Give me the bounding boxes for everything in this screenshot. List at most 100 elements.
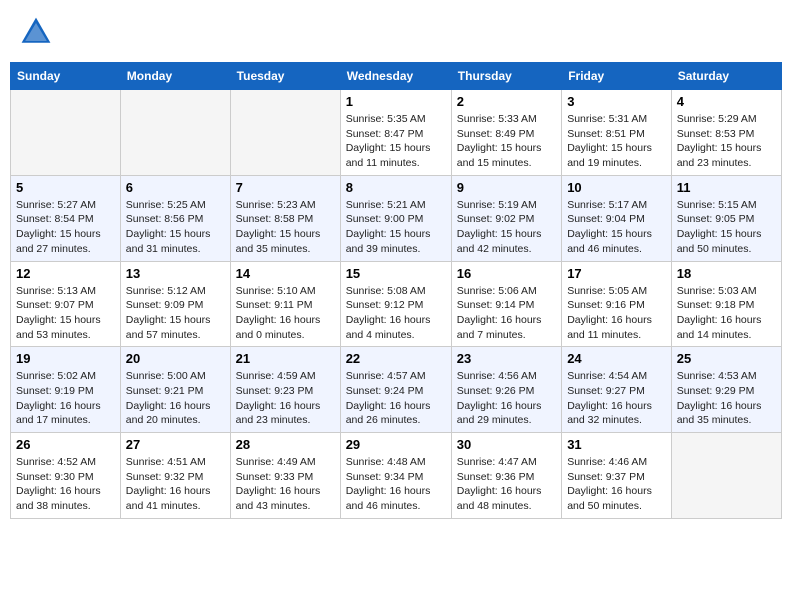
day-number: 8: [346, 180, 446, 195]
day-info: Sunrise: 5:03 AM Sunset: 9:18 PM Dayligh…: [677, 284, 776, 343]
calendar-cell: 31 Sunrise: 4:46 AM Sunset: 9:37 PM Dayli…: [562, 433, 672, 519]
day-number: 21: [236, 351, 335, 366]
day-number: 10: [567, 180, 666, 195]
calendar-cell: 16Sunrise: 5:06 AM Sunset: 9:14 PM Dayli…: [451, 261, 561, 347]
calendar-cell: 11 Sunrise: 5:15 AM Sunset: 9:05 PM Dayli…: [671, 175, 781, 261]
day-number: 26: [16, 437, 115, 452]
header-day: Friday: [562, 63, 672, 90]
calendar-week-row: 12Sunrise: 5:13 AM Sunset: 9:07 PM Dayli…: [11, 261, 782, 347]
day-number: 13: [126, 266, 225, 281]
calendar-cell: 17Sunrise: 5:05 AM Sunset: 9:16 PM Dayli…: [562, 261, 672, 347]
calendar-week-row: 19 Sunrise: 5:02 AM Sunset: 9:19 PM Dayli…: [11, 347, 782, 433]
calendar-cell: 19 Sunrise: 5:02 AM Sunset: 9:19 PM Dayli…: [11, 347, 121, 433]
day-info: Sunrise: 5:33 AM Sunset: 8:49 PM Dayligh…: [457, 112, 556, 171]
day-number: 25: [677, 351, 776, 366]
day-info: Sunrise: 4:47 AM Sunset: 9:36 PM Dayligh…: [457, 455, 556, 514]
day-info: Sunrise: 5:06 AM Sunset: 9:14 PM Dayligh…: [457, 284, 556, 343]
calendar-cell: 23 Sunrise: 4:56 AM Sunset: 9:26 PM Dayli…: [451, 347, 561, 433]
day-info: Sunrise: 5:31 AM Sunset: 8:51 PM Dayligh…: [567, 112, 666, 171]
calendar-table: SundayMondayTuesdayWednesdayThursdayFrid…: [10, 62, 782, 519]
calendar-cell: [671, 433, 781, 519]
day-info: Sunrise: 4:46 AM Sunset: 9:37 PM Dayligh…: [567, 455, 666, 514]
day-number: 7: [236, 180, 335, 195]
day-number: 2: [457, 94, 556, 109]
day-info: Sunrise: 5:08 AM Sunset: 9:12 PM Dayligh…: [346, 284, 446, 343]
calendar-cell: 26Sunrise: 4:52 AM Sunset: 9:30 PM Dayli…: [11, 433, 121, 519]
calendar-cell: 9 Sunrise: 5:19 AM Sunset: 9:02 PM Daylig…: [451, 175, 561, 261]
header-day: Tuesday: [230, 63, 340, 90]
header-day: Thursday: [451, 63, 561, 90]
day-number: 23: [457, 351, 556, 366]
day-info: Sunrise: 4:59 AM Sunset: 9:23 PM Dayligh…: [236, 369, 335, 428]
day-number: 9: [457, 180, 556, 195]
calendar-cell: 18 Sunrise: 5:03 AM Sunset: 9:18 PM Dayli…: [671, 261, 781, 347]
day-number: 28: [236, 437, 335, 452]
day-info: Sunrise: 5:29 AM Sunset: 8:53 PM Dayligh…: [677, 112, 776, 171]
calendar-cell: 14 Sunrise: 5:10 AM Sunset: 9:11 PM Dayli…: [230, 261, 340, 347]
header-day: Monday: [120, 63, 230, 90]
calendar-body: 1 Sunrise: 5:35 AM Sunset: 8:47 PM Daylig…: [11, 90, 782, 519]
day-info: Sunrise: 5:21 AM Sunset: 9:00 PM Dayligh…: [346, 198, 446, 257]
day-info: Sunrise: 5:23 AM Sunset: 8:58 PM Dayligh…: [236, 198, 335, 257]
day-info: Sunrise: 4:53 AM Sunset: 9:29 PM Dayligh…: [677, 369, 776, 428]
calendar-cell: 25 Sunrise: 4:53 AM Sunset: 9:29 PM Dayli…: [671, 347, 781, 433]
day-number: 18: [677, 266, 776, 281]
calendar-cell: 12Sunrise: 5:13 AM Sunset: 9:07 PM Dayli…: [11, 261, 121, 347]
calendar-cell: 8 Sunrise: 5:21 AM Sunset: 9:00 PM Daylig…: [340, 175, 451, 261]
day-info: Sunrise: 5:17 AM Sunset: 9:04 PM Dayligh…: [567, 198, 666, 257]
day-info: Sunrise: 5:13 AM Sunset: 9:07 PM Dayligh…: [16, 284, 115, 343]
calendar-cell: [120, 90, 230, 176]
header-day: Saturday: [671, 63, 781, 90]
day-number: 22: [346, 351, 446, 366]
calendar-week-row: 5 Sunrise: 5:27 AM Sunset: 8:54 PM Daylig…: [11, 175, 782, 261]
calendar-cell: 10 Sunrise: 5:17 AM Sunset: 9:04 PM Dayli…: [562, 175, 672, 261]
header-day: Wednesday: [340, 63, 451, 90]
logo: [18, 14, 58, 50]
day-info: Sunrise: 4:56 AM Sunset: 9:26 PM Dayligh…: [457, 369, 556, 428]
calendar-cell: 4 Sunrise: 5:29 AM Sunset: 8:53 PM Daylig…: [671, 90, 781, 176]
day-info: Sunrise: 4:49 AM Sunset: 9:33 PM Dayligh…: [236, 455, 335, 514]
day-number: 31: [567, 437, 666, 452]
day-info: Sunrise: 4:51 AM Sunset: 9:32 PM Dayligh…: [126, 455, 225, 514]
day-number: 30: [457, 437, 556, 452]
day-number: 11: [677, 180, 776, 195]
day-number: 15: [346, 266, 446, 281]
calendar-cell: 3Sunrise: 5:31 AM Sunset: 8:51 PM Daylig…: [562, 90, 672, 176]
day-number: 20: [126, 351, 225, 366]
day-number: 1: [346, 94, 446, 109]
calendar-cell: 27 Sunrise: 4:51 AM Sunset: 9:32 PM Dayli…: [120, 433, 230, 519]
calendar-cell: 1 Sunrise: 5:35 AM Sunset: 8:47 PM Daylig…: [340, 90, 451, 176]
day-info: Sunrise: 5:02 AM Sunset: 9:19 PM Dayligh…: [16, 369, 115, 428]
day-number: 29: [346, 437, 446, 452]
calendar-cell: 29 Sunrise: 4:48 AM Sunset: 9:34 PM Dayli…: [340, 433, 451, 519]
day-info: Sunrise: 5:10 AM Sunset: 9:11 PM Dayligh…: [236, 284, 335, 343]
day-info: Sunrise: 5:19 AM Sunset: 9:02 PM Dayligh…: [457, 198, 556, 257]
day-info: Sunrise: 5:12 AM Sunset: 9:09 PM Dayligh…: [126, 284, 225, 343]
day-number: 17: [567, 266, 666, 281]
calendar-cell: 24Sunrise: 4:54 AM Sunset: 9:27 PM Dayli…: [562, 347, 672, 433]
calendar-cell: [230, 90, 340, 176]
day-number: 5: [16, 180, 115, 195]
calendar-cell: 22Sunrise: 4:57 AM Sunset: 9:24 PM Dayli…: [340, 347, 451, 433]
day-info: Sunrise: 5:15 AM Sunset: 9:05 PM Dayligh…: [677, 198, 776, 257]
day-number: 27: [126, 437, 225, 452]
day-info: Sunrise: 4:48 AM Sunset: 9:34 PM Dayligh…: [346, 455, 446, 514]
day-info: Sunrise: 5:27 AM Sunset: 8:54 PM Dayligh…: [16, 198, 115, 257]
calendar-cell: 6Sunrise: 5:25 AM Sunset: 8:56 PM Daylig…: [120, 175, 230, 261]
calendar-cell: 28 Sunrise: 4:49 AM Sunset: 9:33 PM Dayli…: [230, 433, 340, 519]
calendar-cell: 15 Sunrise: 5:08 AM Sunset: 9:12 PM Dayli…: [340, 261, 451, 347]
day-number: 19: [16, 351, 115, 366]
calendar-cell: 7 Sunrise: 5:23 AM Sunset: 8:58 PM Daylig…: [230, 175, 340, 261]
page-header: [10, 10, 782, 54]
calendar-cell: 30 Sunrise: 4:47 AM Sunset: 9:36 PM Dayli…: [451, 433, 561, 519]
header-day: Sunday: [11, 63, 121, 90]
calendar-header: SundayMondayTuesdayWednesdayThursdayFrid…: [11, 63, 782, 90]
calendar-week-row: 26Sunrise: 4:52 AM Sunset: 9:30 PM Dayli…: [11, 433, 782, 519]
day-number: 6: [126, 180, 225, 195]
day-number: 4: [677, 94, 776, 109]
calendar-cell: 5 Sunrise: 5:27 AM Sunset: 8:54 PM Daylig…: [11, 175, 121, 261]
day-info: Sunrise: 5:35 AM Sunset: 8:47 PM Dayligh…: [346, 112, 446, 171]
day-number: 14: [236, 266, 335, 281]
calendar-cell: 21 Sunrise: 4:59 AM Sunset: 9:23 PM Dayli…: [230, 347, 340, 433]
day-info: Sunrise: 4:54 AM Sunset: 9:27 PM Dayligh…: [567, 369, 666, 428]
